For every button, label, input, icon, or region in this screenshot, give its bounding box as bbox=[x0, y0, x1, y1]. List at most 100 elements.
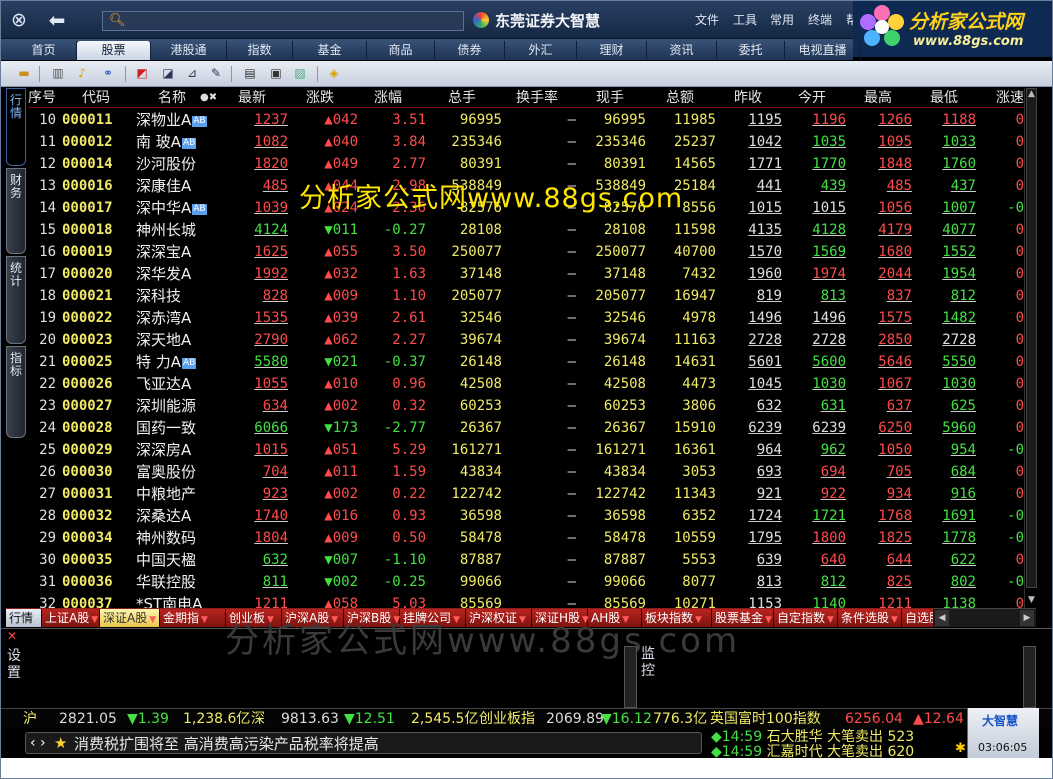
vertical-scrollbar[interactable]: ▲ ▼ bbox=[1024, 88, 1038, 608]
market-tab[interactable]: 深证H股 ▼ bbox=[532, 609, 589, 627]
left-tab[interactable]: 统计 bbox=[6, 256, 26, 344]
column-header[interactable]: 涨幅 bbox=[374, 88, 414, 108]
nav-tab[interactable]: 理财 bbox=[577, 41, 647, 60]
dropdown-arrow-icon[interactable]: ▼ bbox=[149, 615, 156, 625]
market-tab[interactable]: 沪深A股 ▼ bbox=[282, 609, 344, 627]
gear-icon[interactable]: ✱ bbox=[955, 741, 966, 756]
settings-label[interactable]: 设置 bbox=[5, 648, 23, 682]
table-row[interactable]: 23 000027 深圳能源 634 ▲002 0.32 60253 – 60253 3806 63… bbox=[28, 395, 1024, 417]
dropdown-arrow-icon[interactable]: ▼ bbox=[695, 615, 702, 625]
nav-tab[interactable]: 股票 bbox=[77, 41, 151, 60]
nav-tab[interactable]: 电视直播 bbox=[785, 41, 861, 60]
table-row[interactable]: 18 000021 深科技 828 ▲009 1.10 205077 – 205077 16947… bbox=[28, 285, 1024, 307]
back-arrow-icon[interactable]: ⬅ bbox=[43, 9, 71, 31]
table-row[interactable]: 21 000025 特 力A AB 5580 ▼021 -0.37 26148 – 26148 14… bbox=[28, 351, 1024, 373]
app-logo-icon[interactable]: ⊗ bbox=[7, 9, 31, 31]
table-row[interactable]: 19 000022 深赤湾A 1535 ▲039 2.61 32546 – 32546 4978 1… bbox=[28, 307, 1024, 329]
nav-tab[interactable]: 基金 bbox=[293, 41, 367, 60]
column-header[interactable]: 涨速 bbox=[996, 88, 1024, 108]
table-row[interactable]: 28 000032 深桑达A 1740 ▲016 0.93 36598 – 36598 6352 1… bbox=[28, 505, 1024, 527]
table-row[interactable]: 26 000030 富奥股份 704 ▲011 1.59 43834 – 43834 3053 69… bbox=[28, 461, 1024, 483]
column-header[interactable]: 换手率 bbox=[516, 88, 576, 108]
column-header[interactable]: 涨跌 bbox=[306, 88, 346, 108]
dropdown-arrow-icon[interactable]: ▼ bbox=[622, 615, 629, 625]
close-icon[interactable]: ✕ bbox=[7, 629, 17, 643]
bell-icon[interactable]: ♪ bbox=[73, 65, 91, 82]
market-tab[interactable]: 深证A股 ▼ bbox=[100, 609, 160, 627]
market-tab[interactable]: 行情 bbox=[6, 609, 42, 627]
nav-tab[interactable]: 商品 bbox=[367, 41, 435, 60]
dropdown-arrow-icon[interactable]: ▼ bbox=[765, 615, 772, 625]
nav-tab[interactable]: 港股通 bbox=[151, 41, 227, 60]
table-row[interactable]: 10 000011 深物业A AB 1237 ▲042 3.51 96995 – 96995 119… bbox=[28, 109, 1024, 131]
left-tab[interactable]: 行情 bbox=[6, 88, 26, 166]
dropdown-arrow-icon[interactable]: ▼ bbox=[91, 615, 98, 625]
table-row[interactable]: 15 000018 神州长城 4124 ▼011 -0.27 28108 – 28108 1159… bbox=[28, 219, 1024, 241]
table-row[interactable]: 25 000029 深深房A 1015 ▲051 5.29 161271 – 161271 163… bbox=[28, 439, 1024, 461]
panel-scrollbar[interactable] bbox=[624, 646, 637, 708]
dropdown-arrow-icon[interactable]: ▼ bbox=[891, 615, 898, 625]
column-header[interactable]: 最高 bbox=[864, 88, 904, 108]
alert-item[interactable]: ◆14:59 石大胜华 大笔卖出 523 bbox=[711, 730, 914, 744]
tab-scroll-left-icon[interactable]: ◀ bbox=[935, 610, 949, 626]
table-row[interactable]: 16 000019 深深宝A 1625 ▲055 3.50 250077 – 250077 407… bbox=[28, 241, 1024, 263]
kline-icon[interactable]: ⊿ bbox=[183, 65, 201, 82]
market-tab[interactable]: 沪深B股 ▼ bbox=[344, 609, 400, 627]
column-header[interactable]: 最新 bbox=[238, 88, 278, 108]
dropdown-arrow-icon[interactable]: ▼ bbox=[201, 615, 208, 625]
table-row[interactable]: 12 000014 沙河股份 1820 ▲049 2.77 80391 – 80391 14565… bbox=[28, 153, 1024, 175]
sort-indicator-icon[interactable]: ●✖ bbox=[200, 88, 217, 108]
left-tab[interactable]: 财务 bbox=[6, 168, 26, 254]
column-header[interactable]: 名称 bbox=[158, 88, 198, 108]
column-header[interactable]: 序号 bbox=[28, 88, 60, 108]
nav-tab[interactable]: 委托 bbox=[717, 41, 785, 60]
window-icon[interactable]: ▣ bbox=[267, 65, 285, 82]
table-row[interactable]: 11 000012 南 玻A AB 1082 ▲040 3.84 235346 – 235346 2… bbox=[28, 131, 1024, 153]
scroll-up-icon[interactable]: ▲ bbox=[1025, 88, 1038, 100]
chart-icon[interactable]: ◩ bbox=[133, 65, 151, 82]
table-row[interactable]: 24 000028 国药一致 6066 ▼173 -2.77 26367 – 26367 1591… bbox=[28, 417, 1024, 439]
table-row[interactable]: 31 000036 华联控股 811 ▼002 -0.25 99066 – 99066 8077 8… bbox=[28, 571, 1024, 593]
market-tab[interactable]: 上证A股 ▼ bbox=[42, 609, 100, 627]
table-row[interactable]: 32 000037 *ST南电A 1211 ▲058 5.03 85569 – 85569 102… bbox=[28, 593, 1024, 608]
market-tab[interactable]: 沪深权证 ▼ bbox=[466, 609, 532, 627]
folder-icon[interactable]: ▬ bbox=[15, 65, 33, 82]
market-tab[interactable]: 条件选股 ▼ bbox=[838, 609, 902, 627]
table-row[interactable]: 29 000034 神州数码 1804 ▲009 0.50 58478 – 58478 10559… bbox=[28, 527, 1024, 549]
dropdown-arrow-icon[interactable]: ▼ bbox=[453, 615, 460, 625]
scroll-down-icon[interactable]: ▼ bbox=[1025, 594, 1038, 606]
table-row[interactable]: 20 000023 深天地A 2790 ▲062 2.27 39674 – 39674 11163… bbox=[28, 329, 1024, 351]
news-box[interactable]: ‹ › ★ 消费税扩围将至 高消费高污染产品税率将提高 bbox=[25, 732, 702, 754]
columns-icon[interactable]: ▥ bbox=[49, 65, 67, 82]
menu-common[interactable]: 常用 bbox=[770, 12, 794, 28]
column-header[interactable]: 现手 bbox=[596, 88, 636, 108]
left-tab[interactable]: 指标 bbox=[6, 346, 26, 438]
link-icon[interactable]: ⚭ bbox=[99, 65, 117, 82]
table-row[interactable]: 17 000020 深华发A 1992 ▲032 1.63 37148 – 37148 7432 1… bbox=[28, 263, 1024, 285]
column-header[interactable]: 最低 bbox=[930, 88, 970, 108]
dropdown-arrow-icon[interactable]: ▼ bbox=[331, 615, 338, 625]
tab-scroll-right-icon[interactable]: ▶ bbox=[1020, 610, 1034, 626]
table-row[interactable]: 30 000035 中国天楹 632 ▼007 -1.10 87887 – 87887 5553 6… bbox=[28, 549, 1024, 571]
news-nav-arrows-icon[interactable]: ‹ › bbox=[30, 734, 46, 752]
market-tab[interactable]: 自定指数 ▼ bbox=[774, 609, 838, 627]
market-tab[interactable]: 挂牌公司 ▼ bbox=[400, 609, 466, 627]
table-row[interactable]: 27 000031 中粮地产 923 ▲002 0.22 122742 – 122742 1134… bbox=[28, 483, 1024, 505]
monitor-label[interactable]: 监控 bbox=[639, 646, 657, 680]
menu-terminal[interactable]: 终端 bbox=[808, 12, 832, 28]
market-tab[interactable]: 金期指 ▼ bbox=[160, 609, 226, 627]
line-chart-icon[interactable]: ◪ bbox=[159, 65, 177, 82]
picture-icon[interactable]: ▨ bbox=[291, 65, 309, 82]
nav-tab[interactable]: 外汇 bbox=[505, 41, 577, 60]
dropdown-arrow-icon[interactable]: ▼ bbox=[827, 615, 834, 625]
menu-tools[interactable]: 工具 bbox=[733, 12, 757, 28]
menu-file[interactable]: 文件 bbox=[695, 12, 719, 28]
alert-item[interactable]: ◆14:59 汇嘉时代 大笔卖出 620 bbox=[711, 745, 914, 759]
table-row[interactable]: 14 000017 深中华A AB 1039 ▲024 2.36 82576 – 82576 855… bbox=[28, 197, 1024, 219]
column-header[interactable]: 总额 bbox=[666, 88, 706, 108]
column-header[interactable]: 总手 bbox=[448, 88, 488, 108]
nav-tab[interactable]: 资讯 bbox=[647, 41, 717, 60]
text-icon[interactable]: ▤ bbox=[241, 65, 259, 82]
nav-tab[interactable]: 债券 bbox=[435, 41, 505, 60]
column-header[interactable]: 今开 bbox=[798, 88, 838, 108]
